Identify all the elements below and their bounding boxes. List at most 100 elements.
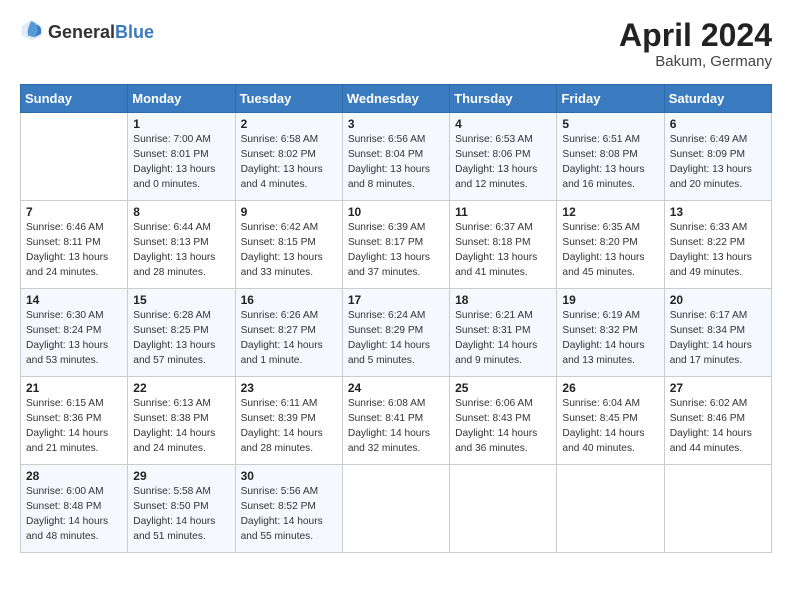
cell-w4-d6: 26 Sunrise: 6:04 AMSunset: 8:45 PMDayligh… [557, 377, 664, 465]
header: GeneralBlue April 2024 Bakum, Germany [20, 18, 772, 70]
day-info: Sunrise: 6:56 AMSunset: 8:04 PMDaylight:… [348, 133, 444, 192]
day-number: 21 [26, 381, 122, 395]
day-info: Sunrise: 6:51 AMSunset: 8:08 PMDaylight:… [562, 133, 658, 192]
location: Bakum, Germany [619, 53, 772, 70]
calendar-table: Sunday Monday Tuesday Wednesday Thursday… [20, 84, 772, 553]
day-info: Sunrise: 6:17 AMSunset: 8:34 PMDaylight:… [670, 309, 766, 368]
col-saturday: Saturday [664, 85, 771, 113]
logo-icon [20, 18, 44, 47]
day-info: Sunrise: 6:30 AMSunset: 8:24 PMDaylight:… [26, 309, 122, 368]
day-number: 27 [670, 381, 766, 395]
day-info: Sunrise: 6:35 AMSunset: 8:20 PMDaylight:… [562, 221, 658, 280]
day-info: Sunrise: 6:00 AMSunset: 8:48 PMDaylight:… [26, 485, 122, 544]
cell-w5-d1: 28Sunrise: 6:00 AMSunset: 8:48 PMDayligh… [21, 465, 128, 553]
cell-w1-d6: 5 Sunrise: 6:51 AMSunset: 8:08 PMDaylight… [557, 113, 664, 201]
col-friday: Friday [557, 85, 664, 113]
day-number: 22 [133, 381, 229, 395]
cell-w4-d1: 21Sunrise: 6:15 AMSunset: 8:36 PMDayligh… [21, 377, 128, 465]
logo: GeneralBlue [20, 18, 154, 47]
cell-w2-d1: 7 Sunrise: 6:46 AMSunset: 8:11 PMDaylight… [21, 201, 128, 289]
logo-text: GeneralBlue [48, 23, 154, 43]
cell-w3-d6: 19 Sunrise: 6:19 AMSunset: 8:32 PMDayligh… [557, 289, 664, 377]
day-info: Sunrise: 6:21 AMSunset: 8:31 PMDaylight:… [455, 309, 551, 368]
day-number: 12 [562, 205, 658, 219]
day-info: Sunrise: 5:56 AMSunset: 8:52 PMDaylight:… [241, 485, 337, 544]
day-info: Sunrise: 6:02 AMSunset: 8:46 PMDaylight:… [670, 397, 766, 456]
day-number: 4 [455, 117, 551, 131]
day-number: 18 [455, 293, 551, 307]
day-number: 9 [241, 205, 337, 219]
cell-w2-d2: 8 Sunrise: 6:44 AMSunset: 8:13 PMDaylight… [128, 201, 235, 289]
day-info: Sunrise: 6:04 AMSunset: 8:45 PMDaylight:… [562, 397, 658, 456]
day-number: 16 [241, 293, 337, 307]
day-info: Sunrise: 7:00 AMSunset: 8:01 PMDaylight:… [133, 133, 229, 192]
day-info: Sunrise: 6:06 AMSunset: 8:43 PMDaylight:… [455, 397, 551, 456]
col-monday: Monday [128, 85, 235, 113]
week-row-1: 1 Sunrise: 7:00 AMSunset: 8:01 PMDaylight… [21, 113, 772, 201]
day-number: 17 [348, 293, 444, 307]
week-row-4: 21Sunrise: 6:15 AMSunset: 8:36 PMDayligh… [21, 377, 772, 465]
day-number: 25 [455, 381, 551, 395]
cell-w5-d2: 29 Sunrise: 5:58 AMSunset: 8:50 PMDayligh… [128, 465, 235, 553]
day-info: Sunrise: 6:44 AMSunset: 8:13 PMDaylight:… [133, 221, 229, 280]
day-info: Sunrise: 6:24 AMSunset: 8:29 PMDaylight:… [348, 309, 444, 368]
day-info: Sunrise: 6:46 AMSunset: 8:11 PMDaylight:… [26, 221, 122, 280]
cell-w3-d3: 16 Sunrise: 6:26 AMSunset: 8:27 PMDayligh… [235, 289, 342, 377]
day-number: 5 [562, 117, 658, 131]
day-info: Sunrise: 6:37 AMSunset: 8:18 PMDaylight:… [455, 221, 551, 280]
day-info: Sunrise: 6:33 AMSunset: 8:22 PMDaylight:… [670, 221, 766, 280]
cell-w5-d5 [450, 465, 557, 553]
day-number: 30 [241, 469, 337, 483]
cell-w3-d7: 20 Sunrise: 6:17 AMSunset: 8:34 PMDayligh… [664, 289, 771, 377]
day-number: 19 [562, 293, 658, 307]
cell-w5-d3: 30 Sunrise: 5:56 AMSunset: 8:52 PMDayligh… [235, 465, 342, 553]
day-info: Sunrise: 5:58 AMSunset: 8:50 PMDaylight:… [133, 485, 229, 544]
cell-w5-d6 [557, 465, 664, 553]
day-number: 2 [241, 117, 337, 131]
day-number: 8 [133, 205, 229, 219]
day-info: Sunrise: 6:39 AMSunset: 8:17 PMDaylight:… [348, 221, 444, 280]
page: GeneralBlue April 2024 Bakum, Germany Su… [0, 0, 792, 612]
day-number: 3 [348, 117, 444, 131]
cell-w2-d4: 10 Sunrise: 6:39 AMSunset: 8:17 PMDayligh… [342, 201, 449, 289]
header-row: Sunday Monday Tuesday Wednesday Thursday… [21, 85, 772, 113]
col-tuesday: Tuesday [235, 85, 342, 113]
day-info: Sunrise: 6:13 AMSunset: 8:38 PMDaylight:… [133, 397, 229, 456]
cell-w4-d7: 27 Sunrise: 6:02 AMSunset: 8:46 PMDayligh… [664, 377, 771, 465]
cell-w2-d6: 12 Sunrise: 6:35 AMSunset: 8:20 PMDayligh… [557, 201, 664, 289]
week-row-5: 28Sunrise: 6:00 AMSunset: 8:48 PMDayligh… [21, 465, 772, 553]
title-block: April 2024 Bakum, Germany [619, 18, 772, 70]
day-info: Sunrise: 6:28 AMSunset: 8:25 PMDaylight:… [133, 309, 229, 368]
day-number: 26 [562, 381, 658, 395]
day-info: Sunrise: 6:26 AMSunset: 8:27 PMDaylight:… [241, 309, 337, 368]
day-info: Sunrise: 6:58 AMSunset: 8:02 PMDaylight:… [241, 133, 337, 192]
cell-w2-d7: 13Sunrise: 6:33 AMSunset: 8:22 PMDayligh… [664, 201, 771, 289]
cell-w3-d4: 17 Sunrise: 6:24 AMSunset: 8:29 PMDayligh… [342, 289, 449, 377]
col-thursday: Thursday [450, 85, 557, 113]
logo-general: General [48, 22, 115, 42]
day-number: 29 [133, 469, 229, 483]
month-title: April 2024 [619, 18, 772, 53]
day-number: 23 [241, 381, 337, 395]
cell-w5-d4 [342, 465, 449, 553]
day-number: 7 [26, 205, 122, 219]
cell-w4-d4: 24Sunrise: 6:08 AMSunset: 8:41 PMDayligh… [342, 377, 449, 465]
day-number: 10 [348, 205, 444, 219]
day-info: Sunrise: 6:11 AMSunset: 8:39 PMDaylight:… [241, 397, 337, 456]
day-info: Sunrise: 6:19 AMSunset: 8:32 PMDaylight:… [562, 309, 658, 368]
cell-w2-d5: 11 Sunrise: 6:37 AMSunset: 8:18 PMDayligh… [450, 201, 557, 289]
week-row-2: 7 Sunrise: 6:46 AMSunset: 8:11 PMDaylight… [21, 201, 772, 289]
day-number: 14 [26, 293, 122, 307]
cell-w1-d2: 1 Sunrise: 7:00 AMSunset: 8:01 PMDaylight… [128, 113, 235, 201]
cell-w5-d7 [664, 465, 771, 553]
cell-w1-d1 [21, 113, 128, 201]
day-number: 20 [670, 293, 766, 307]
cell-w1-d7: 6Sunrise: 6:49 AMSunset: 8:09 PMDaylight… [664, 113, 771, 201]
col-sunday: Sunday [21, 85, 128, 113]
cell-w1-d4: 3 Sunrise: 6:56 AMSunset: 8:04 PMDaylight… [342, 113, 449, 201]
day-number: 1 [133, 117, 229, 131]
day-number: 11 [455, 205, 551, 219]
logo-blue: Blue [115, 22, 154, 42]
cell-w1-d5: 4Sunrise: 6:53 AMSunset: 8:06 PMDaylight… [450, 113, 557, 201]
day-number: 6 [670, 117, 766, 131]
